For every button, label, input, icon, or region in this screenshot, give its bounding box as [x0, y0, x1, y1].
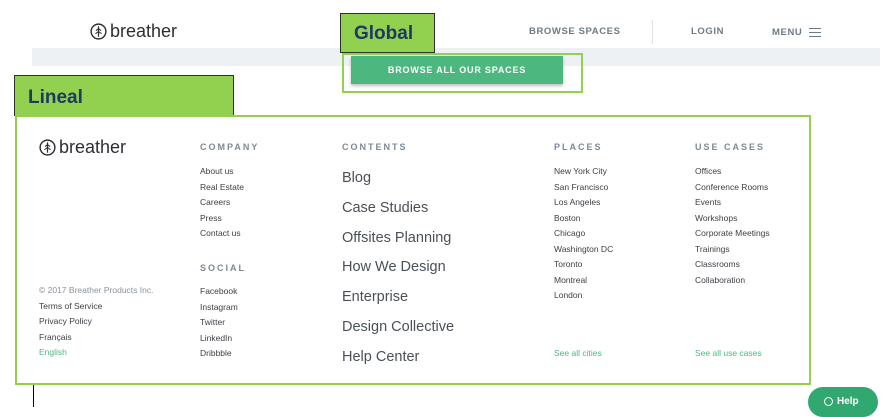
footer-link-use-case[interactable]: Trainings: [695, 242, 770, 258]
nav-divider: [652, 20, 653, 44]
footer-link-city[interactable]: New York City: [554, 164, 613, 180]
contents-heading: CONTENTS: [342, 142, 408, 152]
footer-link-use-case[interactable]: Corporate Meetings: [695, 226, 770, 242]
header-logo[interactable]: breather: [90, 21, 177, 42]
footer-link-press[interactable]: Press: [200, 211, 244, 227]
footer-link-blog[interactable]: Blog: [342, 164, 454, 194]
footer-link-city[interactable]: Montreal: [554, 273, 613, 289]
footer-logo-text: breather: [59, 137, 127, 157]
footer-link-use-case[interactable]: Offices: [695, 164, 770, 180]
footer-link-dribbble[interactable]: Dribbble: [200, 346, 238, 362]
footer-link-city[interactable]: London: [554, 288, 613, 304]
use-cases-heading: USE CASES: [695, 142, 766, 152]
footer-link-twitter[interactable]: Twitter: [200, 315, 238, 331]
nav-browse-spaces[interactable]: BROWSE SPACES: [529, 26, 621, 37]
company-heading: COMPANY: [200, 142, 260, 152]
social-links: Facebook Instagram Twitter LinkedIn Drib…: [200, 284, 238, 362]
annotation-label-global: Global: [340, 13, 435, 53]
privacy-policy-link[interactable]: Privacy Policy: [39, 314, 153, 330]
footer-link-about-us[interactable]: About us: [200, 164, 244, 180]
footer-link-contact-us[interactable]: Contact us: [200, 226, 244, 242]
logo-text: breather: [110, 21, 178, 41]
footer-link-facebook[interactable]: Facebook: [200, 284, 238, 300]
footer-link-enterprise[interactable]: Enterprise: [342, 283, 454, 313]
footer-link-use-case[interactable]: Classrooms: [695, 257, 770, 273]
hamburger-icon: [809, 25, 822, 40]
footer-link-city[interactable]: San Francisco: [554, 180, 613, 196]
footer-link-linkedin[interactable]: LinkedIn: [200, 331, 238, 347]
places-links: New York City San Francisco Los Angeles …: [554, 164, 613, 304]
terms-of-service-link[interactable]: Terms of Service: [39, 299, 153, 315]
footer-link-instagram[interactable]: Instagram: [200, 300, 238, 316]
see-all-cities-link[interactable]: See all cities: [554, 346, 602, 362]
contents-links: Blog Case Studies Offsites Planning How …: [342, 164, 454, 373]
use-cases-links: Offices Conference Rooms Events Workshop…: [695, 164, 770, 288]
chat-bubble-icon: [824, 397, 833, 406]
see-all-use-cases-link[interactable]: See all use cases: [695, 346, 762, 362]
nav-menu-button[interactable]: MENU: [772, 25, 822, 40]
nav-menu-label: MENU: [772, 26, 803, 38]
browse-all-spaces-button[interactable]: BROWSE ALL OUR SPACES: [351, 56, 563, 84]
nav-login[interactable]: LOGIN: [691, 26, 724, 37]
footer-link-city[interactable]: Washington DC: [554, 242, 613, 258]
breather-leaf-icon: [90, 23, 107, 40]
footer-link-use-case[interactable]: Conference Rooms: [695, 180, 770, 196]
footer-legal: © 2017 Breather Products Inc. Terms of S…: [39, 283, 153, 361]
social-heading: SOCIAL: [200, 263, 247, 273]
copyright-text: © 2017 Breather Products Inc.: [39, 285, 154, 295]
annotation-connector-line: [33, 385, 34, 407]
footer-link-use-case[interactable]: Events: [695, 195, 770, 211]
footer-link-use-case[interactable]: Workshops: [695, 211, 770, 227]
annotation-label-lineal: Lineal: [14, 75, 234, 116]
places-heading: PLACES: [554, 142, 603, 152]
footer-link-offsites-planning[interactable]: Offsites Planning: [342, 224, 454, 254]
footer-link-careers[interactable]: Careers: [200, 195, 244, 211]
help-label: Help: [837, 396, 859, 407]
company-links: About us Real Estate Careers Press Conta…: [200, 164, 244, 242]
footer-logo[interactable]: breather: [39, 137, 126, 158]
footer-link-real-estate[interactable]: Real Estate: [200, 180, 244, 196]
footer-link-how-we-design[interactable]: How We Design: [342, 253, 454, 283]
footer-link-use-case[interactable]: Collaboration: [695, 273, 770, 289]
footer-link-city[interactable]: Los Angeles: [554, 195, 613, 211]
help-button[interactable]: Help: [808, 387, 878, 417]
footer-link-city[interactable]: Chicago: [554, 226, 613, 242]
footer-link-help-center[interactable]: Help Center: [342, 343, 454, 373]
footer-link-city[interactable]: Toronto: [554, 257, 613, 273]
footer-link-design-collective[interactable]: Design Collective: [342, 313, 454, 343]
francais-link[interactable]: Français: [39, 330, 153, 346]
language-english-link[interactable]: English: [39, 345, 153, 361]
breather-leaf-icon: [39, 139, 56, 156]
footer-link-case-studies[interactable]: Case Studies: [342, 194, 454, 224]
footer-link-city[interactable]: Boston: [554, 211, 613, 227]
